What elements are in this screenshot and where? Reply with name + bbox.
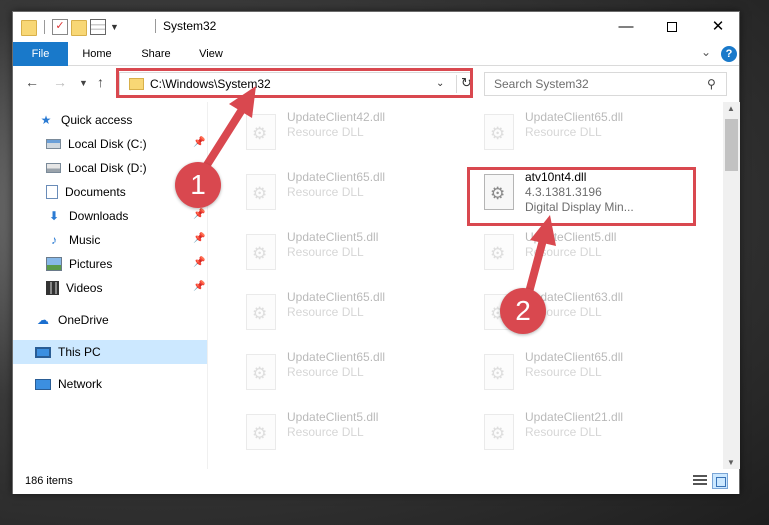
step-badge-1: 1	[175, 162, 221, 208]
arrow-2-head	[530, 215, 556, 246]
arrow-1-shaft	[201, 104, 247, 172]
step-badge-2: 2	[500, 288, 546, 334]
arrow-2-shaft	[524, 236, 547, 300]
annotation-arrows	[201, 86, 556, 300]
